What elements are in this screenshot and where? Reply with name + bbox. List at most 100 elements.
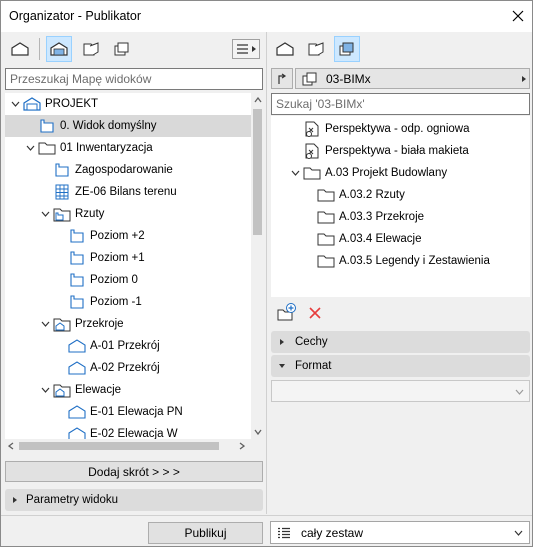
project-map-button[interactable]	[7, 36, 33, 62]
options-menu-button[interactable]	[232, 39, 260, 59]
tree-row[interactable]: PROJEKT	[5, 93, 251, 115]
window-title: Organizator - Publikator	[9, 9, 142, 23]
view-map-search-input[interactable]: Przeszukaj Mapę widoków	[5, 68, 263, 90]
publisher-sets-icon	[114, 42, 129, 56]
tree-row[interactable]: A.03.4 Elewacje	[271, 228, 530, 250]
view-map-button[interactable]	[46, 36, 72, 62]
tree-row[interactable]: Poziom 0	[5, 269, 251, 291]
chevron-down-icon[interactable]	[9, 98, 21, 110]
publish-scope-value: cały zestaw	[301, 525, 364, 540]
tree-row[interactable]: Perspektywa - odp. ogniowa	[271, 118, 530, 140]
view-params-panel-header[interactable]: Parametry widoku	[5, 489, 263, 511]
right-layout-book-button[interactable]	[303, 36, 329, 62]
tree-row[interactable]: Rzuty	[5, 203, 251, 225]
add-shortcut-button[interactable]: Dodaj skrót > > >	[5, 461, 263, 482]
up-arrow-icon	[278, 73, 287, 84]
tree-row[interactable]: A-01 Przekrój	[5, 335, 251, 357]
publisher-set-selector[interactable]: 03-BIMx	[295, 68, 530, 89]
title-bar: Organizator - Publikator	[1, 1, 532, 32]
tree-row-label: A.03.5 Legendy i Zestawienia	[339, 255, 490, 267]
publisher-tree: Perspektywa - odp. ogniowa Perspektywa - …	[271, 116, 530, 297]
tree-row[interactable]: A.03.2 Rzuty	[271, 184, 530, 206]
cechy-panel-header[interactable]: Cechy	[271, 331, 530, 353]
left-hscroll-thumb[interactable]	[19, 442, 219, 450]
chevron-down-icon[interactable]	[24, 142, 36, 154]
left-scroll-thumb[interactable]	[253, 109, 262, 235]
tree-row[interactable]: A.03.3 Przekroje	[271, 206, 530, 228]
list-icon	[278, 527, 290, 538]
view-icon	[68, 272, 86, 288]
tree-row[interactable]: Poziom -1	[5, 291, 251, 313]
tree-row[interactable]: Zagospodarowanie	[5, 159, 251, 181]
project-icon	[23, 96, 41, 112]
tree-row[interactable]: Elewacje	[5, 379, 251, 401]
folder-icon	[303, 165, 321, 181]
layout-book-icon	[308, 42, 324, 56]
chevron-down-icon[interactable]	[289, 167, 301, 179]
expand-down-icon	[279, 364, 285, 368]
view-icon	[68, 250, 86, 266]
up-level-button[interactable]	[271, 68, 293, 89]
delete-button[interactable]	[307, 305, 323, 321]
right-project-map-button[interactable]	[272, 36, 298, 62]
scroll-right-icon[interactable]	[239, 442, 245, 450]
format-select[interactable]	[271, 380, 530, 402]
right-publisher-sets-button[interactable]	[334, 36, 360, 62]
tree-row[interactable]: 01 Inwentaryzacja	[5, 137, 251, 159]
view-icon	[53, 162, 71, 178]
expand-right-icon	[280, 339, 284, 345]
expand-right-icon	[13, 497, 17, 503]
publish-button[interactable]: Publikuj	[148, 522, 263, 544]
tree-row[interactable]: A-02 Przekrój	[5, 357, 251, 379]
tree-row-label: E-01 Elewacja PN	[90, 406, 183, 418]
format-panel-header[interactable]: Format	[271, 355, 530, 377]
chevron-down-icon[interactable]	[39, 208, 51, 220]
section-icon	[68, 338, 86, 354]
tree-row[interactable]: A.03 Projekt Budowlany	[271, 162, 530, 184]
scroll-down-icon[interactable]	[254, 429, 262, 435]
tree-row[interactable]: 0. Widok domyślny	[5, 115, 251, 137]
view-icon	[38, 118, 56, 134]
tree-row[interactable]: A.03.5 Legendy i Zestawienia	[271, 250, 530, 272]
organizer-window: Organizator - Publikator Przeszukaj Mapę…	[0, 0, 533, 547]
publisher-sets-button[interactable]	[109, 36, 135, 62]
chevron-down-icon[interactable]	[39, 318, 51, 330]
tree-row[interactable]: Przekroje	[5, 313, 251, 335]
new-folder-button[interactable]	[276, 302, 298, 322]
perspective-icon	[303, 143, 321, 159]
scroll-up-icon[interactable]	[254, 97, 262, 103]
tree-row[interactable]: Poziom +1	[5, 247, 251, 269]
tree-row[interactable]: Poziom +2	[5, 225, 251, 247]
publish-scope-select[interactable]: cały zestaw	[270, 521, 530, 544]
chevron-down-icon[interactable]	[39, 384, 51, 396]
project-map-icon	[11, 42, 29, 56]
left-horizontal-scrollbar[interactable]	[5, 439, 251, 453]
scroll-left-icon[interactable]	[8, 442, 14, 450]
tree-row[interactable]: E-01 Elewacja PN	[5, 401, 251, 423]
delete-icon	[309, 307, 321, 319]
tree-row-label: Perspektywa - odp. ogniowa	[325, 123, 470, 135]
layout-book-button[interactable]	[78, 36, 104, 62]
tree-row[interactable]: E-02 Elewacja W	[5, 423, 251, 439]
tree-row[interactable]: ZE-06 Bilans terenu	[5, 181, 251, 203]
view-map-icon	[50, 42, 68, 56]
tree-row-label: A.03.3 Przekroje	[339, 211, 425, 223]
tree-row[interactable]: Perspektywa - biała makieta	[271, 140, 530, 162]
close-icon[interactable]	[507, 5, 529, 27]
folder-icon	[317, 231, 335, 247]
tree-row-label: 01 Inwentaryzacja	[60, 142, 153, 154]
left-vertical-scrollbar[interactable]	[251, 93, 264, 439]
folder-icon	[317, 187, 335, 203]
publisher-search-input[interactable]: Szukaj '03-BIMx'	[271, 93, 530, 115]
publisher-set-icon	[302, 72, 317, 85]
